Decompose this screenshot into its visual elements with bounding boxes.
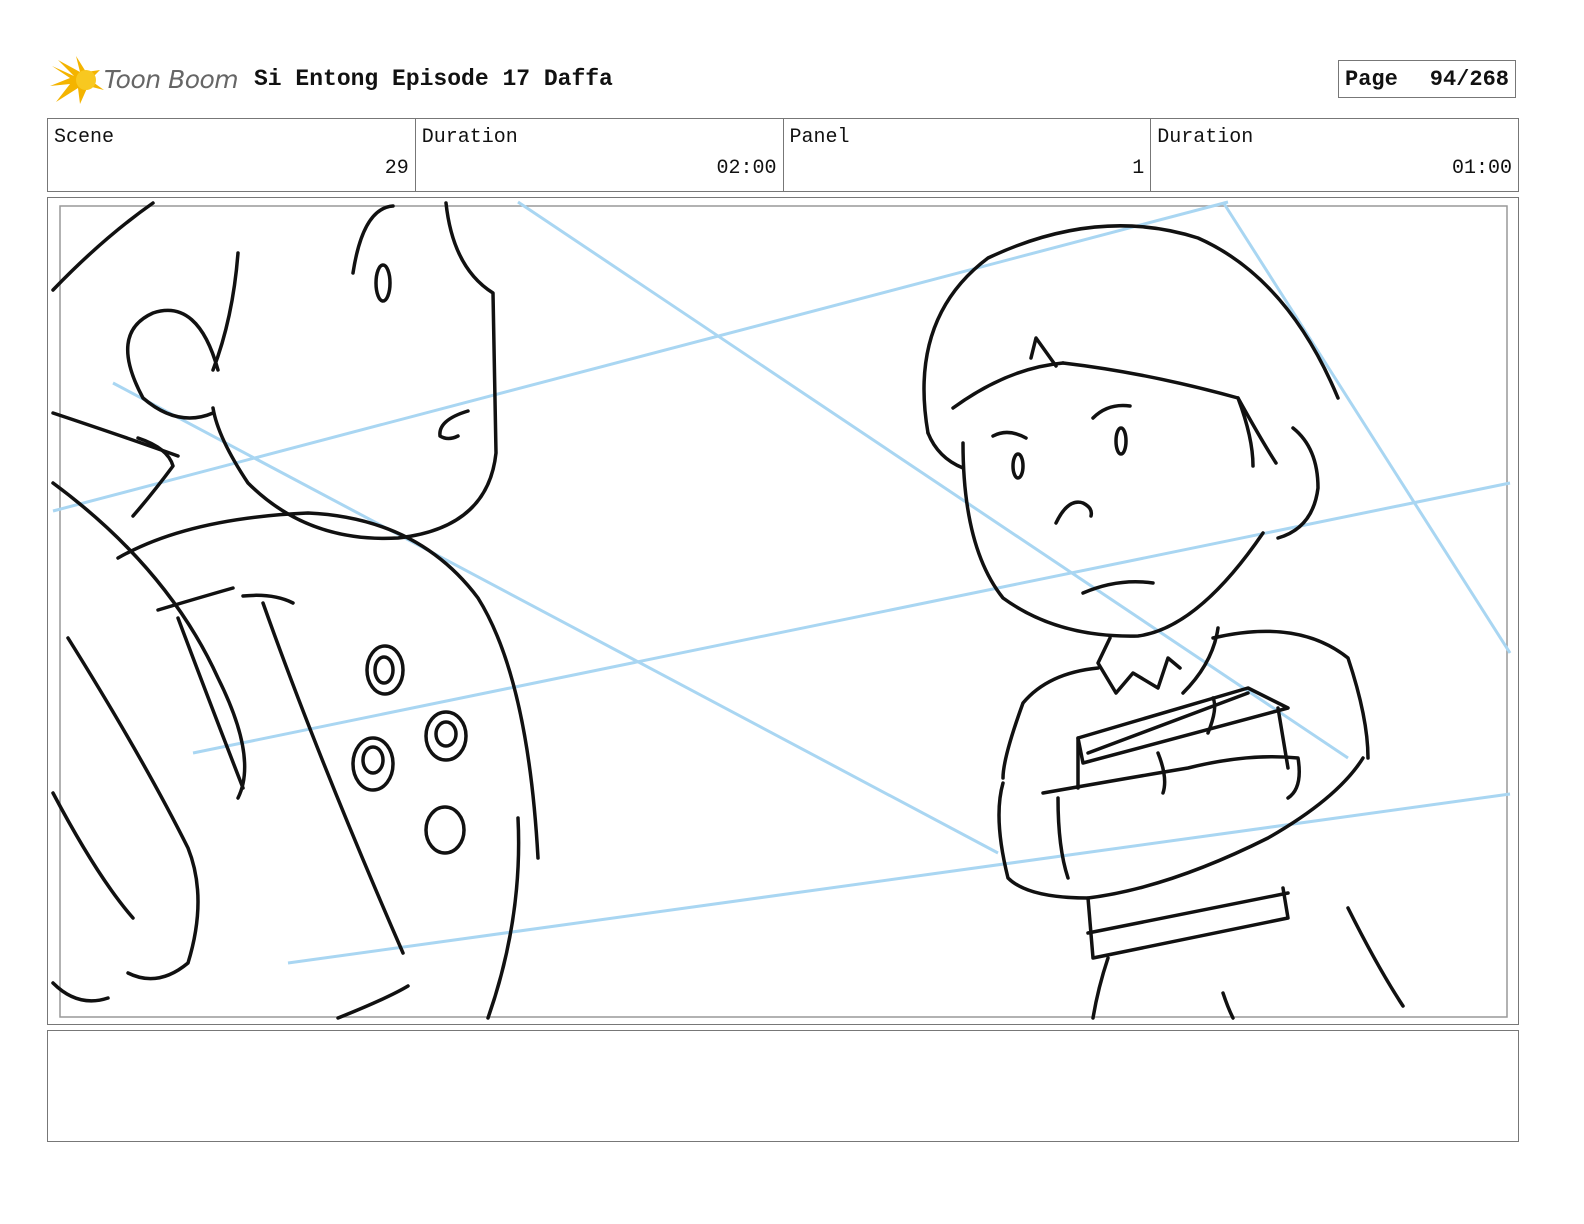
storyboard-frame	[47, 197, 1519, 1025]
panel-duration-label: Duration	[1157, 126, 1254, 149]
sketch-drawing	[51, 200, 1512, 1020]
notes-box[interactable]	[47, 1030, 1519, 1142]
scene-duration-value: 02:00	[716, 157, 777, 180]
toon-boom-logo: Toon Boom	[50, 56, 240, 108]
page-number: 94/268	[1429, 66, 1509, 92]
sun-burst-icon	[50, 56, 104, 104]
scene-label: Scene	[54, 126, 115, 149]
panel-duration-cell: Duration 01:00	[1150, 119, 1518, 191]
scene-duration-cell: Duration 02:00	[414, 119, 783, 191]
panel-cell: Panel 1	[782, 119, 1151, 191]
panel-number: 1	[1132, 157, 1145, 180]
document-title: Si Entong Episode 17 Daffa	[254, 66, 613, 92]
page-label: Page	[1345, 66, 1398, 92]
page-indicator: Page 94/268	[1338, 60, 1516, 98]
panel-duration-value: 01:00	[1451, 157, 1512, 180]
panel-info-row: Scene 29 Duration 02:00 Panel 1 Duration…	[47, 118, 1519, 192]
character-sketch	[51, 201, 1405, 1020]
scene-number: 29	[384, 157, 409, 180]
logo-wordmark: Toon Boom	[104, 65, 239, 94]
panel-label: Panel	[789, 126, 850, 149]
scene-cell: Scene 29	[48, 119, 415, 191]
scene-duration-label: Duration	[421, 126, 518, 149]
